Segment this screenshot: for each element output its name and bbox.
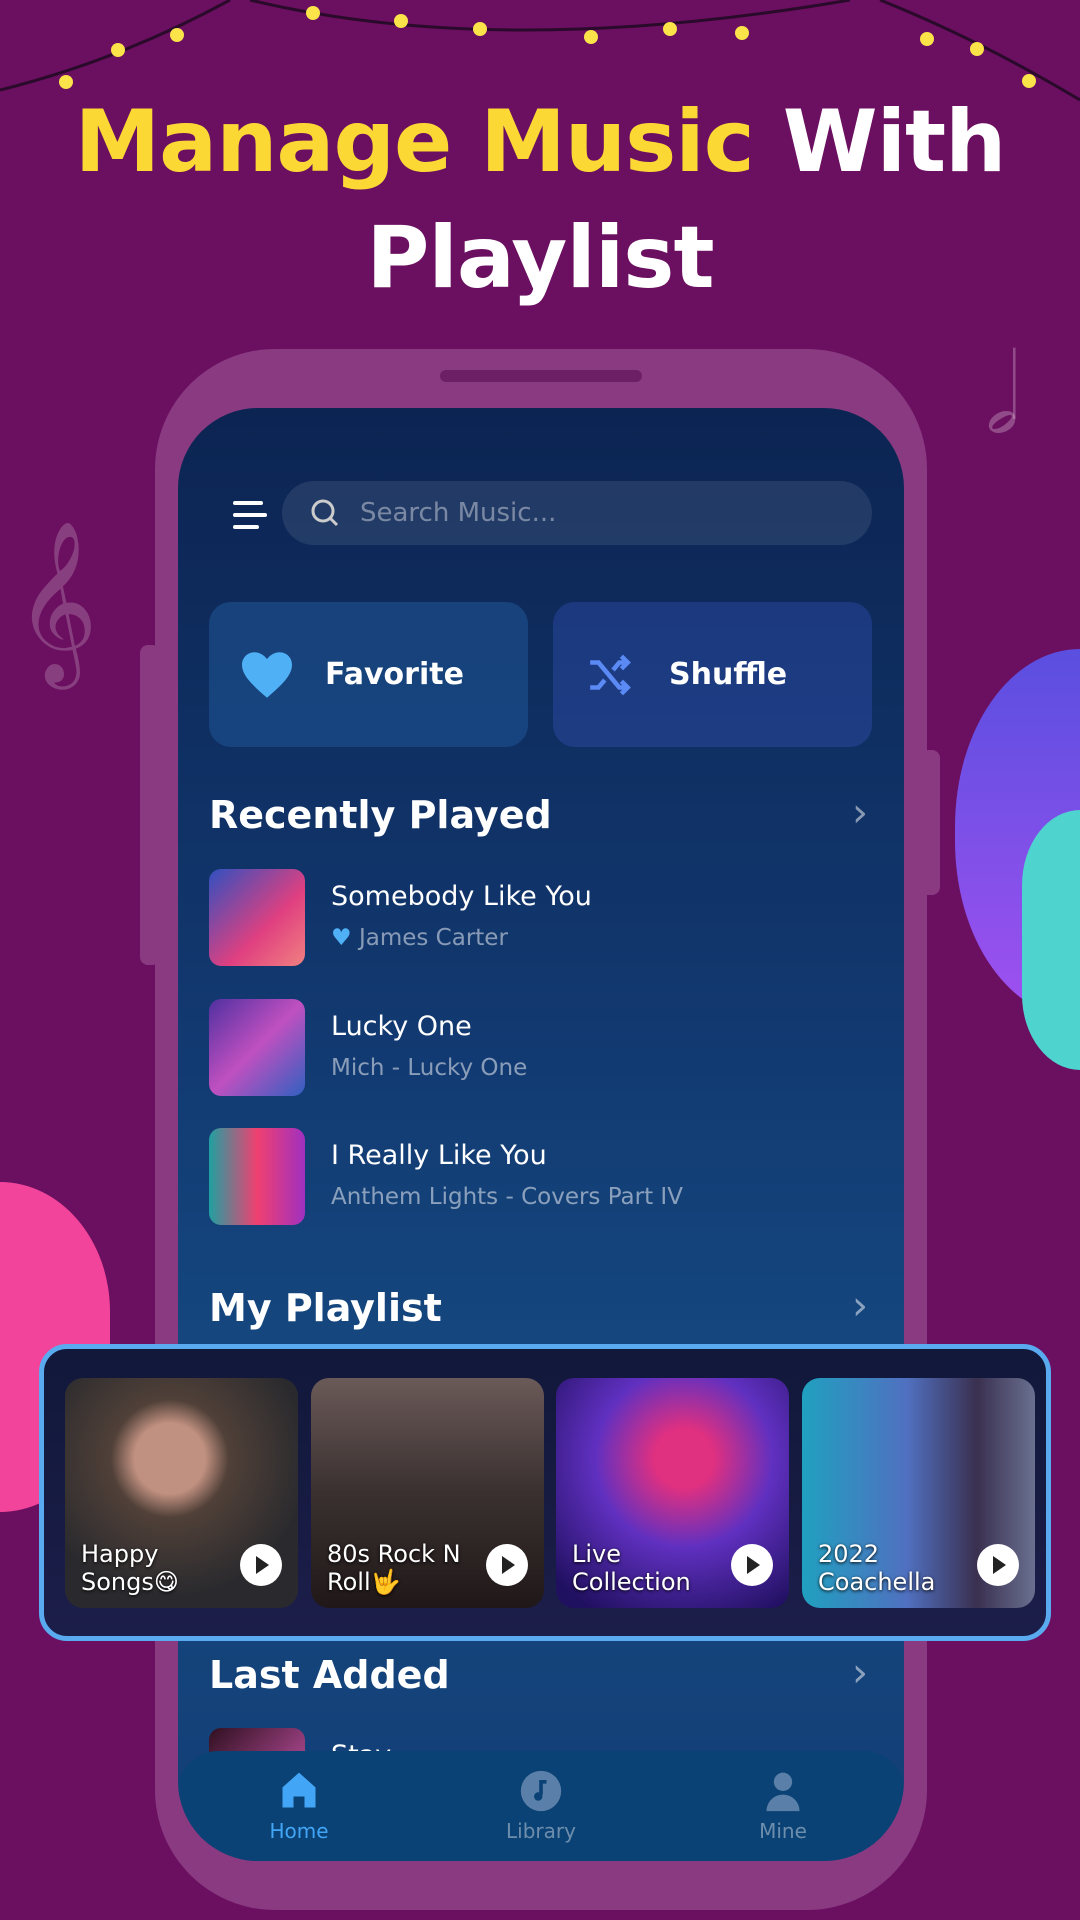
play-icon[interactable]: [240, 1544, 282, 1586]
headline: Manage Music With Playlist: [74, 92, 1007, 308]
play-icon[interactable]: [977, 1544, 1019, 1586]
light-bulb: [584, 30, 598, 44]
user-icon: [766, 1772, 800, 1812]
album-art: [209, 1128, 305, 1225]
album-art: [209, 869, 305, 966]
last-added-title: Last Added: [209, 1653, 450, 1697]
tab-mine[interactable]: Mine: [662, 1751, 904, 1861]
favorite-button[interactable]: Favorite: [209, 602, 528, 747]
music-note-icon: 𝅗𝅥: [985, 330, 1020, 458]
search-icon: [311, 499, 339, 527]
light-bulb: [735, 26, 749, 40]
my-playlist-title: My Playlist: [209, 1286, 442, 1330]
app-screen: Search Music... Favorite Shuffle Recentl…: [178, 408, 904, 1861]
teal-circle-decoration: [1022, 810, 1080, 1070]
shuffle-button[interactable]: Shuffle: [553, 602, 872, 747]
home-icon: [282, 1772, 316, 1808]
light-bulb: [663, 22, 677, 36]
playlist-card[interactable]: Live Collection: [556, 1378, 789, 1608]
treble-clef-icon: 𝄞: [15, 520, 98, 683]
recently-played-title: Recently Played: [209, 793, 552, 837]
list-item[interactable]: I Really Like You Anthem Lights - Covers…: [209, 1128, 869, 1225]
play-icon[interactable]: [731, 1544, 773, 1586]
light-bulb: [970, 42, 984, 56]
heart-icon: [242, 651, 292, 698]
heart-icon: ♥: [331, 925, 352, 951]
tab-library[interactable]: Library: [420, 1751, 662, 1861]
last-added-more-chevron-icon[interactable]: ›: [852, 1650, 868, 1696]
my-playlist-more-chevron-icon[interactable]: ›: [852, 1283, 868, 1329]
playlist-card[interactable]: Happy Songs😋: [65, 1378, 298, 1608]
light-bulb: [920, 32, 934, 46]
list-item[interactable]: Somebody Like You ♥ James Carter: [209, 869, 869, 966]
tab-home[interactable]: Home: [178, 1751, 420, 1861]
bottom-nav: Home Library Mine: [178, 1751, 904, 1861]
album-art: [209, 999, 305, 1096]
playlist-card[interactable]: 2022 Coachella: [802, 1378, 1035, 1608]
light-bulb: [473, 22, 487, 36]
list-item[interactable]: Lucky One Mich - Lucky One: [209, 999, 869, 1096]
light-bulb: [111, 43, 125, 57]
phone-speaker: [440, 370, 642, 382]
light-bulb: [170, 28, 184, 42]
play-icon[interactable]: [486, 1544, 528, 1586]
menu-icon[interactable]: [233, 501, 267, 531]
search-input[interactable]: Search Music...: [282, 481, 872, 545]
shuffle-icon: [590, 654, 631, 695]
playlist-card[interactable]: 80s Rock N Roll🤟: [311, 1378, 544, 1608]
music-note-icon: [520, 1770, 562, 1812]
light-bulb: [394, 14, 408, 28]
light-bulb: [306, 6, 320, 20]
recently-played-more-chevron-icon[interactable]: ›: [852, 790, 868, 836]
